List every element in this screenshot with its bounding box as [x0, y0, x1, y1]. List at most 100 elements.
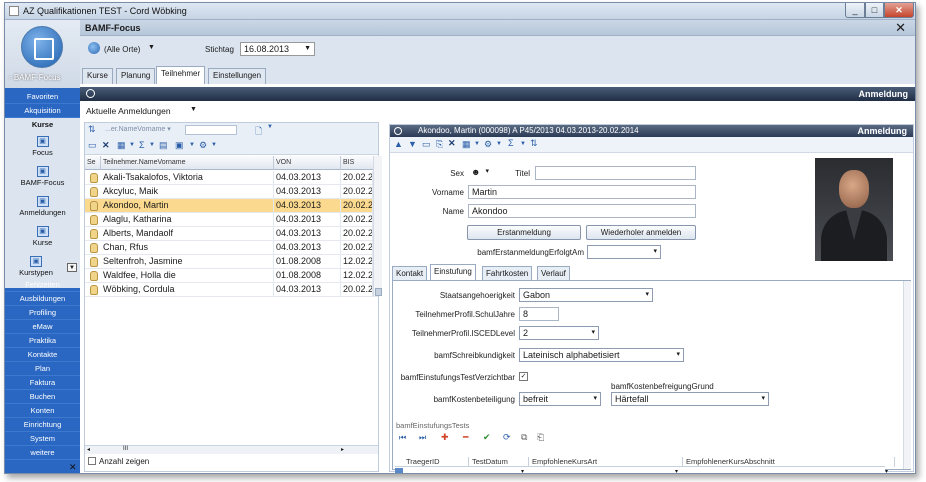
close-window-button[interactable]: ✕	[884, 3, 914, 18]
copy-icon[interactable]: ⧉	[521, 432, 527, 443]
table-row[interactable]: Chan, Rfus 04.03.2013 20.02.2	[85, 241, 378, 255]
table-row[interactable]: Alaglu, Katharina 04.03.2013 20.02.2	[85, 213, 378, 227]
chevron-down-icon[interactable]: ▾	[885, 468, 888, 473]
tab-teilnehmer[interactable]: Teilnehmer	[156, 66, 206, 84]
table-row[interactable]: Akcyluc, Maik 04.03.2013 20.02.2	[85, 185, 378, 199]
chevron-down-icon[interactable]: ▼	[304, 43, 311, 55]
refresh-icon[interactable]: ⟳	[503, 432, 511, 443]
chevron-down-icon[interactable]: ▼	[267, 124, 273, 130]
location-select[interactable]: (Alle Orte)	[104, 45, 140, 54]
table-row[interactable]: Akondoo, Martin 04.03.2013 20.02.2	[85, 199, 378, 213]
nav-item-konten[interactable]: Konten	[5, 404, 80, 418]
sum-icon[interactable]: Σ	[139, 140, 145, 150]
nav-item-buchen[interactable]: Buchen	[5, 390, 80, 404]
chevron-down-icon[interactable]: ▾	[645, 289, 649, 301]
nav-sub-focus[interactable]: ▣ Focus	[5, 136, 80, 157]
chevron-down-icon[interactable]: ▼	[520, 141, 526, 147]
add-icon[interactable]: ✚	[441, 432, 449, 443]
list-horizontal-scrollbar[interactable]: ◂ III ▸	[85, 445, 378, 454]
sum-icon[interactable]: Σ	[508, 138, 514, 148]
chevron-down-icon[interactable]: ▾	[485, 166, 489, 178]
maximize-button[interactable]: □	[865, 3, 884, 18]
name-input[interactable]: Akondoo	[468, 204, 696, 218]
isced-select[interactable]: 2 ▾	[519, 326, 599, 340]
nav-item-plan[interactable]: Plan	[5, 362, 80, 376]
tab-planung[interactable]: Planung	[116, 68, 156, 84]
filter-column-select[interactable]: ...er.NameVorname ▾	[105, 125, 171, 133]
table-row[interactable]: Alberts, Mandaolf 04.03.2013 20.02.2	[85, 227, 378, 241]
sort-icon[interactable]: ⇅	[530, 138, 538, 149]
nav-sub-bamf-focus[interactable]: ▣ BAMF-Focus	[5, 166, 80, 187]
staatsangehoerigkeit-select[interactable]: Gabon ▾	[519, 288, 653, 302]
layout-icon[interactable]: ▣	[175, 140, 184, 151]
table-row[interactable]: Wöbking, Cordula 04.03.2013 20.02.2	[85, 283, 378, 297]
nav-item-ausbildungen[interactable]: Ausbildungen	[5, 292, 80, 306]
column-header-traegerid[interactable]: TraegerID	[403, 457, 469, 467]
options-icon[interactable]: ⚙	[484, 139, 492, 150]
chevron-down-icon[interactable]: ▼	[211, 142, 217, 148]
tab-einstufung[interactable]: Einstufung	[430, 264, 476, 280]
remove-icon[interactable]: ━	[463, 432, 468, 443]
column-header-se[interactable]: Se	[85, 156, 101, 170]
scroll-left-icon[interactable]: ◂	[87, 446, 90, 453]
kostenbeteiligung-select[interactable]: befreit ▾	[519, 392, 601, 406]
kostenbefreiung-grund-select[interactable]: Härtefall ▾	[611, 392, 769, 406]
column-header-testdatum[interactable]: TestDatum	[469, 457, 529, 467]
chevron-down-icon[interactable]: ▼	[474, 141, 480, 147]
view-select[interactable]: Aktuelle Anmeldungen	[86, 106, 171, 116]
chevron-down-icon[interactable]: ▾	[676, 349, 680, 361]
paste-icon[interactable]: ⎗	[537, 432, 544, 443]
anzahl-zeigen-checkbox[interactable]: Anzahl zeigen	[88, 457, 149, 466]
first-record-icon[interactable]: ⏮	[399, 433, 406, 443]
nav-sub-kurstypen[interactable]: ▣ Kurstypen	[5, 256, 67, 277]
scroll-thumb-grip[interactable]: III	[123, 446, 128, 452]
delete-icon[interactable]: ✕	[102, 140, 110, 151]
nav-item-akquisition[interactable]: Akquisition	[5, 104, 80, 118]
nav-item-praktika[interactable]: Praktika	[5, 334, 80, 348]
erstanmeldung-button[interactable]: Erstanmeldung	[467, 225, 581, 240]
table-row[interactable]: Seltenfroh, Jasmine 01.08.2008 12.02.2	[85, 255, 378, 269]
tab-verlauf[interactable]: Verlauf	[537, 266, 570, 280]
chevron-down-icon[interactable]: ▼	[190, 106, 197, 113]
nav-item-weitere[interactable]: weitere	[5, 446, 80, 460]
table-row[interactable]: Waldfee, Holla die 01.08.2008 12.02.2	[85, 269, 378, 283]
sort-icon[interactable]: ⇅	[88, 124, 96, 135]
minimize-button[interactable]: _	[845, 3, 865, 18]
export-icon[interactable]: ▦	[117, 140, 126, 151]
schuljahre-input[interactable]: 8	[519, 307, 559, 321]
list-vertical-scrollbar[interactable]	[373, 156, 382, 296]
checkbox-box[interactable]	[88, 457, 96, 465]
nav-item-emaw[interactable]: eMaw	[5, 320, 80, 334]
chevron-down-icon[interactable]: ▾	[653, 246, 657, 258]
erfolgt-date-select[interactable]: ▾	[587, 245, 661, 259]
tests-new-row[interactable]: ▾ ▾ ▾	[395, 468, 888, 473]
nav-item-fehlzeiten[interactable]: Fehlzeiten	[5, 278, 80, 292]
scroll-right-icon[interactable]: ▸	[341, 446, 344, 453]
chevron-down-icon[interactable]: ▼	[67, 263, 77, 272]
arrow-up-icon[interactable]: ▲	[394, 139, 403, 149]
nav-close-icon[interactable]: ✕	[69, 462, 77, 473]
einstufung-vertical-scrollbar[interactable]	[903, 281, 911, 469]
chevron-down-icon[interactable]: ▾	[593, 393, 597, 405]
tab-fahrtkosten[interactable]: Fahrtkosten	[482, 266, 533, 280]
column-header-von[interactable]: VON	[274, 156, 341, 170]
nav-item-system[interactable]: System	[5, 432, 80, 446]
nav-sub-kurse[interactable]: ▣ Kurse	[5, 226, 80, 247]
column-header-kursart[interactable]: EmpfohleneKursArt	[529, 457, 683, 467]
chevron-down-icon[interactable]: ▼	[189, 142, 195, 148]
column-header-name[interactable]: Teilnehmer.NameVorname	[101, 156, 274, 170]
nav-item-einrichtung[interactable]: Einrichtung	[5, 418, 80, 432]
nav-item-faktura[interactable]: Faktura	[5, 376, 80, 390]
attach-icon[interactable]: ⎘	[436, 139, 443, 150]
schreibkundigkeit-select[interactable]: Lateinisch alphabetisiert ▾	[519, 348, 684, 362]
sex-select[interactable]: ☻ ▾	[468, 166, 492, 180]
chevron-down-icon[interactable]: ▼	[496, 141, 502, 147]
chevron-down-icon[interactable]: ▾	[761, 393, 765, 405]
verzichtbar-checkbox[interactable]: ✓	[519, 372, 528, 381]
nav-sub-anmeldungen[interactable]: ▣ Anmeldungen	[5, 196, 80, 217]
confirm-icon[interactable]: ✔	[483, 432, 491, 443]
wiederholer-anmelden-button[interactable]: Wiederholer anmelden	[586, 225, 696, 240]
chevron-down-icon[interactable]: ▼	[149, 142, 155, 148]
tab-einstellungen[interactable]: Einstellungen	[208, 68, 267, 84]
arrow-down-icon[interactable]: ▼	[408, 139, 417, 149]
